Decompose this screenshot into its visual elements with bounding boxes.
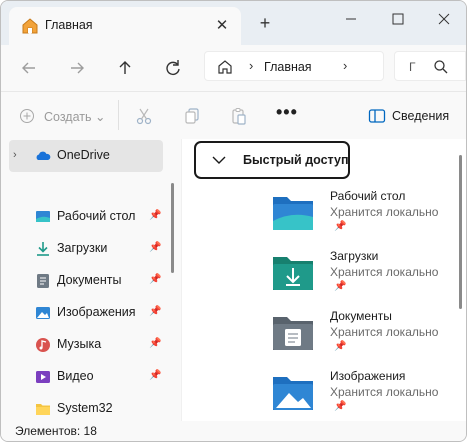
pin-icon: 📌: [334, 221, 347, 232]
search-box[interactable]: Г: [394, 51, 466, 81]
pictures-folder-icon: [273, 377, 313, 410]
pin-icon: 📌: [334, 281, 347, 292]
address-bar[interactable]: › Главная ›: [204, 51, 384, 81]
onedrive-cloud-icon: [36, 151, 51, 160]
sidebar-item-label: OneDrive: [57, 148, 110, 162]
copy-icon[interactable]: [182, 106, 202, 126]
sidebar-scrollbar[interactable]: [171, 183, 174, 273]
music-icon: [36, 338, 50, 352]
maximize-icon[interactable]: [386, 7, 410, 31]
quick-access-item-pictures[interactable]: Изображения Хранится локально 📌: [272, 369, 452, 427]
videos-icon: [36, 371, 50, 383]
sidebar-item-pictures[interactable]: Изображения 📌: [9, 297, 163, 329]
search-placeholder: Г: [409, 60, 416, 74]
tab-close-icon[interactable]: ✕: [212, 16, 232, 36]
details-label: Сведения: [392, 109, 450, 123]
paste-icon[interactable]: [229, 106, 249, 126]
close-icon[interactable]: [432, 7, 456, 31]
more-options-icon[interactable]: •••: [276, 102, 298, 123]
chevron-down-icon: [212, 156, 226, 164]
back-arrow-icon[interactable]: [17, 56, 41, 80]
item-status: Хранится локально: [330, 205, 439, 219]
desktop-icon: [36, 211, 50, 222]
quick-access-item-documents[interactable]: Документы Хранится локально 📌: [272, 309, 452, 367]
up-arrow-icon[interactable]: [113, 56, 137, 80]
pictures-icon: [36, 307, 50, 319]
sidebar-item-label: System32: [57, 401, 113, 415]
pin-icon[interactable]: 📌: [149, 338, 161, 349]
details-pane-icon: [368, 109, 386, 123]
sidebar-item-label: Загрузки: [57, 241, 108, 255]
minimize-icon[interactable]: [339, 7, 363, 31]
cut-icon[interactable]: [134, 106, 154, 126]
chevron-right-icon[interactable]: ›: [343, 58, 347, 73]
chevron-right-icon[interactable]: ›: [249, 58, 253, 73]
command-separator: [118, 100, 119, 130]
plus-circle-icon: [20, 109, 34, 123]
sidebar-item-onedrive[interactable]: › OneDrive: [9, 140, 163, 172]
quick-access-header[interactable]: Быстрый доступ: [194, 141, 350, 179]
item-name: Изображения: [330, 369, 406, 383]
status-bar: Элементов: 18: [1, 421, 466, 441]
sidebar-item-music[interactable]: Музыка 📌: [9, 329, 163, 361]
tab-home[interactable]: Главная ✕: [9, 7, 241, 45]
title-bar: Главная ✕ +: [1, 1, 466, 45]
search-icon: [434, 60, 448, 74]
pin-icon[interactable]: 📌: [149, 274, 161, 285]
command-bar: Создать ⌄ ••• Сведения: [1, 91, 466, 139]
sidebar-item-documents[interactable]: Документы 📌: [9, 265, 163, 297]
downloads-icon: [37, 242, 49, 256]
tab-title: Главная: [45, 18, 93, 32]
documents-icon: [37, 274, 49, 288]
sidebar-item-label: Видео: [57, 369, 94, 383]
sidebar-item-label: Документы: [57, 273, 122, 287]
create-label: Создать ⌄: [44, 110, 106, 124]
new-tab-button[interactable]: +: [255, 13, 275, 33]
folder-icon: [36, 404, 50, 415]
item-count: Элементов: 18: [15, 424, 97, 438]
item-name: Загрузки: [330, 249, 379, 263]
documents-folder-icon: [273, 317, 313, 350]
chevron-right-icon[interactable]: ›: [13, 149, 17, 161]
item-status: Хранится локально: [330, 325, 439, 339]
home-icon: [22, 18, 38, 34]
content-scrollbar[interactable]: [459, 155, 462, 309]
forward-arrow-icon[interactable]: [65, 56, 89, 80]
item-status: Хранится локально: [330, 385, 439, 399]
content-pane: Быстрый доступ Рабочий стол Хранится лок…: [182, 139, 466, 421]
pin-icon: 📌: [334, 341, 347, 352]
downloads-folder-icon: [273, 257, 313, 290]
quick-access-title: Быстрый доступ: [243, 153, 349, 167]
desktop-folder-icon: [273, 197, 313, 230]
navigation-bar: › Главная › Г: [1, 45, 466, 91]
quick-access-item-desktop[interactable]: Рабочий стол Хранится локально 📌: [272, 189, 452, 247]
create-text: Создать: [44, 110, 92, 124]
sidebar-item-videos[interactable]: Видео 📌: [9, 361, 163, 393]
pin-icon[interactable]: 📌: [149, 306, 161, 317]
pin-icon[interactable]: 📌: [149, 242, 161, 253]
pin-icon[interactable]: 📌: [149, 370, 161, 381]
sidebar-item-label: Изображения: [57, 305, 136, 319]
sidebar-item-downloads[interactable]: Загрузки 📌: [9, 233, 163, 265]
file-explorer-window: Главная ✕ + › Главная › Г Создать ⌄ ••• …: [0, 0, 467, 442]
pin-icon[interactable]: 📌: [149, 210, 161, 221]
sidebar-item-desktop[interactable]: Рабочий стол 📌: [9, 201, 163, 233]
quick-access-item-downloads[interactable]: Загрузки Хранится локально 📌: [272, 249, 452, 307]
navigation-pane: › OneDrive Рабочий стол 📌 Загрузки 📌 Док…: [1, 139, 181, 421]
breadcrumb-home[interactable]: Главная: [264, 60, 312, 74]
sidebar-item-label: Рабочий стол: [57, 209, 136, 223]
item-name: Рабочий стол: [330, 189, 406, 203]
refresh-icon[interactable]: [161, 56, 185, 80]
pin-icon: 📌: [334, 401, 347, 412]
item-name: Документы: [330, 309, 392, 323]
sidebar-item-label: Музыка: [57, 337, 102, 351]
home-outline-icon: [218, 60, 232, 74]
item-status: Хранится локально: [330, 265, 439, 279]
